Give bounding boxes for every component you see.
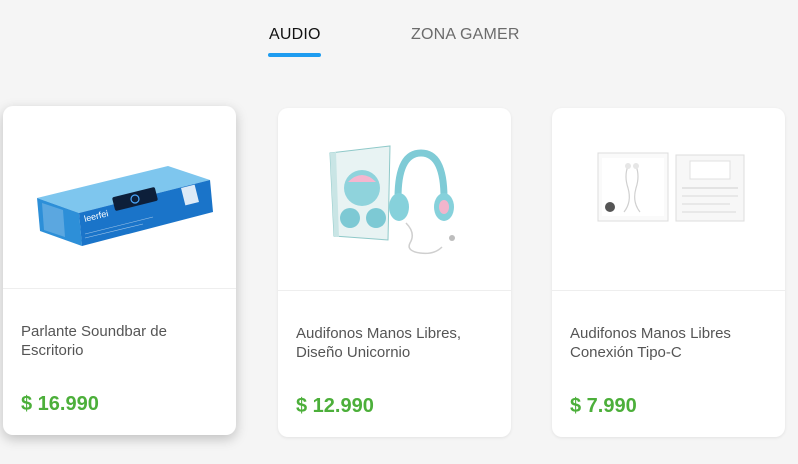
- product-title[interactable]: Audifonos Manos Libres Conexión Tipo-C: [570, 324, 770, 362]
- active-tab-indicator: [268, 53, 321, 57]
- tab-zona-gamer[interactable]: ZONA GAMER: [411, 26, 520, 44]
- unicorn-headphones-image[interactable]: [278, 108, 511, 290]
- usb-c-earphones-box-image[interactable]: [552, 108, 785, 290]
- tab-audio[interactable]: AUDIO: [269, 26, 321, 44]
- card-divider: [278, 290, 511, 291]
- product-card[interactable]: leerfei Parlante Soundbar de Escritorio …: [3, 106, 236, 435]
- category-tabs: AUDIO ZONA GAMER: [0, 0, 798, 70]
- product-title[interactable]: Parlante Soundbar de Escritorio: [21, 322, 221, 360]
- product-title[interactable]: Audifonos Manos Libres, Diseño Unicornio: [296, 324, 496, 362]
- product-card[interactable]: Audifonos Manos Libres Conexión Tipo-C $…: [552, 108, 785, 437]
- product-price: $ 16.990: [21, 393, 99, 415]
- card-divider: [3, 288, 236, 289]
- card-divider: [552, 290, 785, 291]
- product-card[interactable]: Audifonos Manos Libres, Diseño Unicornio…: [278, 108, 511, 437]
- product-price: $ 7.990: [570, 395, 637, 417]
- product-price: $ 12.990: [296, 395, 374, 417]
- soundbar-box-image[interactable]: leerfei: [3, 106, 236, 288]
